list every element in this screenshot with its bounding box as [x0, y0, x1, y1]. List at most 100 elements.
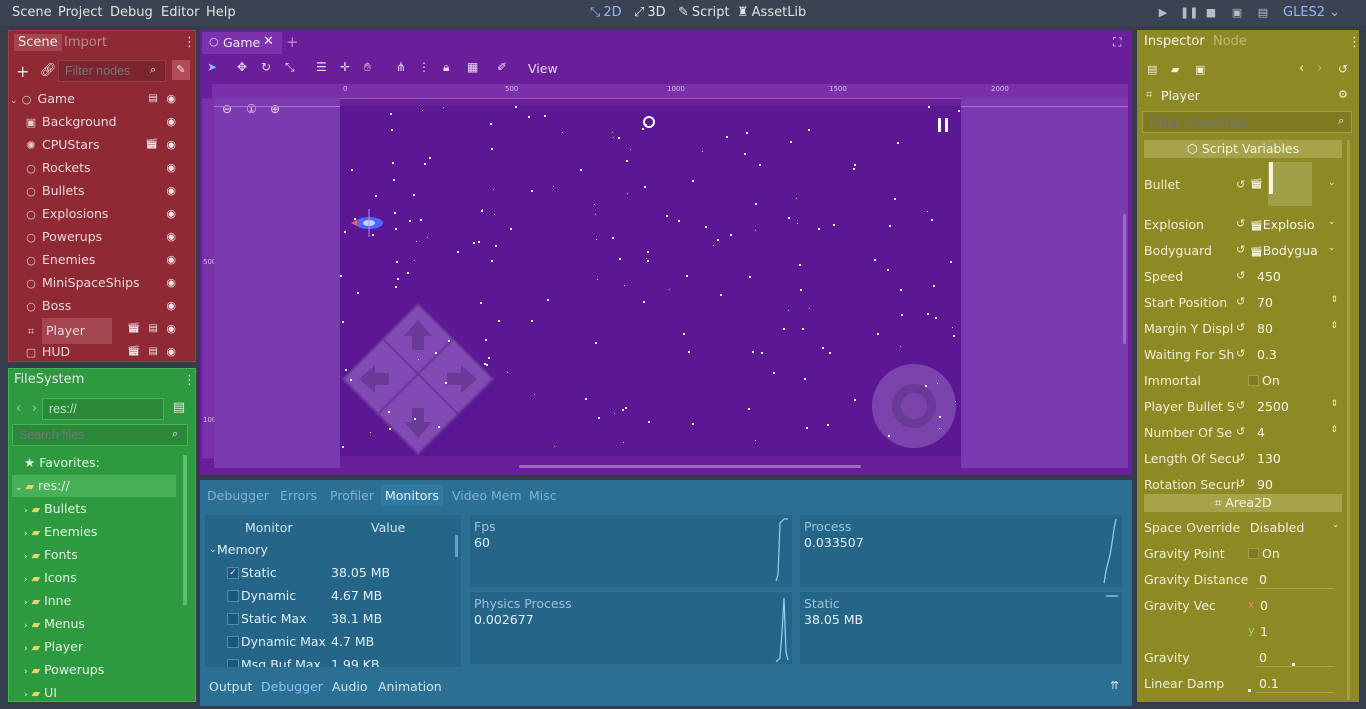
checkbox[interactable]: [227, 590, 239, 602]
visibility-eye-icon[interactable]: ◉: [166, 134, 176, 156]
spinner-icon[interactable]: ⇕: [1330, 295, 1338, 305]
folder-fonts[interactable]: › ▰ Fonts: [12, 544, 176, 566]
snap-icon[interactable]: ⋔: [396, 60, 406, 74]
property-gravity-vec[interactable]: Gravity Vec x 0 y 1: [1144, 593, 1350, 639]
monitor-row[interactable]: Dynamic Max 4.7 MB: [205, 631, 455, 653]
favorites-item[interactable]: ★ Favorites:: [12, 452, 176, 474]
resource-preview[interactable]: [1268, 162, 1312, 206]
tab-import[interactable]: Import: [64, 35, 107, 50]
checkbox[interactable]: [227, 613, 239, 625]
bottom-tab-audio[interactable]: Audio: [332, 679, 368, 694]
visibility-eye-icon[interactable]: ◉: [166, 318, 176, 340]
property-length-of-secu[interactable]: Length Of Secu ↺ 130: [1144, 446, 1350, 472]
tree-item-game[interactable]: ⌄ ○ Game ▤ ◉: [10, 88, 178, 110]
slider-track[interactable]: [1256, 588, 1334, 589]
visibility-eye-icon[interactable]: ◉: [166, 111, 176, 133]
revert-icon[interactable]: ↺: [1236, 425, 1245, 438]
clapperboard-icon[interactable]: 🎬︎: [145, 134, 158, 156]
property-explosion[interactable]: Explosion ↺ 🎬︎Explosio ⌄: [1144, 212, 1350, 238]
tree-item-hud[interactable]: ▢ HUD 🎬︎ ▤ ◉: [10, 341, 178, 363]
checkbox[interactable]: [227, 659, 239, 667]
scale-tool-icon[interactable]: ⤡: [285, 60, 295, 75]
revert-icon[interactable]: ↺: [1236, 243, 1245, 256]
menu-debug[interactable]: Debug: [110, 5, 153, 20]
script-icon[interactable]: ▤: [149, 88, 158, 110]
visibility-eye-icon[interactable]: ◉: [166, 295, 176, 317]
zoom-out-icon[interactable]: ⊖: [222, 102, 232, 116]
monitor-row[interactable]: ✓ Static 38.05 MB: [205, 562, 455, 584]
inspector-menu-icon[interactable]: ⋮: [1348, 35, 1361, 50]
workspace-3d-button[interactable]: ⤢ 3D: [634, 5, 666, 20]
play-custom-scene-icon[interactable]: ▤: [1256, 6, 1270, 20]
property-immortal[interactable]: Immortal On: [1144, 368, 1350, 394]
menu-help[interactable]: Help: [206, 5, 236, 20]
slider-track[interactable]: [1256, 666, 1334, 667]
monitor-scrollbar[interactable]: [455, 535, 458, 557]
visibility-eye-icon[interactable]: ◉: [166, 341, 176, 363]
revert-icon[interactable]: ↺: [1236, 295, 1245, 308]
tab-node[interactable]: Node: [1213, 34, 1247, 49]
tree-item-enemies[interactable]: ○ Enemies ◉: [10, 249, 178, 271]
revert-icon[interactable]: ↺: [1236, 269, 1245, 282]
workspace-2d-button[interactable]: ⤡ 2D: [590, 5, 622, 20]
inspected-object[interactable]: ⌗ Player ⚙: [1144, 86, 1350, 106]
path-field[interactable]: [42, 398, 164, 420]
stop-icon[interactable]: ■: [1204, 6, 1218, 20]
folder-powerups[interactable]: › ▰ Powerups: [12, 659, 176, 681]
visibility-eye-icon[interactable]: ◉: [166, 203, 176, 225]
revert-icon[interactable]: ↺: [1236, 347, 1245, 360]
filesystem-menu-icon[interactable]: ⋮: [183, 373, 196, 388]
expand-panel-icon[interactable]: ⇈: [1110, 679, 1119, 692]
save-resource-icon[interactable]: ▣: [1195, 63, 1205, 76]
visibility-eye-icon[interactable]: ◉: [166, 157, 176, 179]
property-gravity-point[interactable]: Gravity Point On: [1144, 541, 1350, 567]
tab-misc[interactable]: Misc: [529, 488, 557, 503]
visibility-eye-icon[interactable]: ◉: [166, 272, 176, 294]
chevron-down-icon[interactable]: ⌄: [1332, 520, 1340, 530]
history-back-icon[interactable]: ‹: [1299, 61, 1304, 76]
zoom-reset-icon[interactable]: ①: [246, 102, 257, 116]
property-bullet[interactable]: Bullet ↺ 🎬︎ ⌄: [1144, 162, 1350, 208]
revert-icon[interactable]: ↺: [1236, 477, 1245, 490]
checkbox[interactable]: [1248, 548, 1259, 559]
section-script-variables[interactable]: ⬡ Script Variables: [1144, 140, 1342, 158]
script-icon[interactable]: ▤: [149, 341, 158, 363]
new-resource-icon[interactable]: ▤: [1147, 63, 1157, 76]
tree-item-rockets[interactable]: ○ Rockets ◉: [10, 157, 178, 179]
property-margin-y-displ[interactable]: Margin Y Displ ↺ 80 ⇕: [1144, 316, 1350, 342]
attach-script-icon[interactable]: ✎: [172, 60, 190, 80]
select-tool-icon[interactable]: ➤: [207, 60, 217, 74]
property-bodyguard[interactable]: Bodyguard ↺ 🎬︎Bodygua ⌄: [1144, 238, 1350, 264]
tab-scene[interactable]: Scene: [14, 34, 62, 51]
bottom-tab-output[interactable]: Output: [209, 679, 252, 694]
viewport-h-scrollbar[interactable]: [519, 465, 861, 468]
tree-item-background[interactable]: ▣ Background ◉: [10, 111, 178, 133]
property-gravity[interactable]: Gravity 0: [1144, 645, 1350, 671]
folder-inne[interactable]: › ▰ Inne: [12, 590, 176, 612]
bone-icon[interactable]: ✐: [497, 60, 507, 74]
object-properties-icon[interactable]: ⚙: [1338, 88, 1348, 101]
inspector-scrollbar[interactable]: [1347, 140, 1350, 700]
folder-root[interactable]: ⌄ ▰ res://: [12, 475, 176, 497]
property-start-position[interactable]: Start Position ↺ 70 ⇕: [1144, 290, 1350, 316]
zoom-in-icon[interactable]: ⊕: [270, 102, 280, 116]
bottom-tab-debugger[interactable]: Debugger: [261, 679, 323, 694]
visibility-eye-icon[interactable]: ◉: [166, 226, 176, 248]
rotate-tool-icon[interactable]: ↻: [261, 60, 271, 74]
folder-menus[interactable]: › ▰ Menus: [12, 613, 176, 635]
revert-icon[interactable]: ↺: [1236, 217, 1245, 230]
folder-enemies[interactable]: › ▰ Enemies: [12, 521, 176, 543]
clapperboard-icon[interactable]: 🎬︎: [127, 341, 140, 363]
checkbox[interactable]: [227, 636, 239, 648]
add-node-icon[interactable]: +: [16, 62, 29, 81]
property-space-override[interactable]: Space Override Disabled ⌄: [1144, 515, 1350, 541]
revert-icon[interactable]: ↺: [1236, 451, 1245, 464]
monitor-group-memory[interactable]: ⌄ Memory: [205, 539, 455, 561]
filesystem-scrollbar[interactable]: [183, 455, 187, 605]
bottom-tab-animation[interactable]: Animation: [378, 679, 442, 694]
close-icon[interactable]: ✕: [263, 34, 274, 49]
slider-grabber[interactable]: [1248, 689, 1251, 692]
menu-editor[interactable]: Editor: [161, 5, 199, 20]
history-forward-icon[interactable]: ›: [1317, 61, 1322, 76]
monitor-row[interactable]: Static Max 38.1 MB: [205, 608, 455, 630]
